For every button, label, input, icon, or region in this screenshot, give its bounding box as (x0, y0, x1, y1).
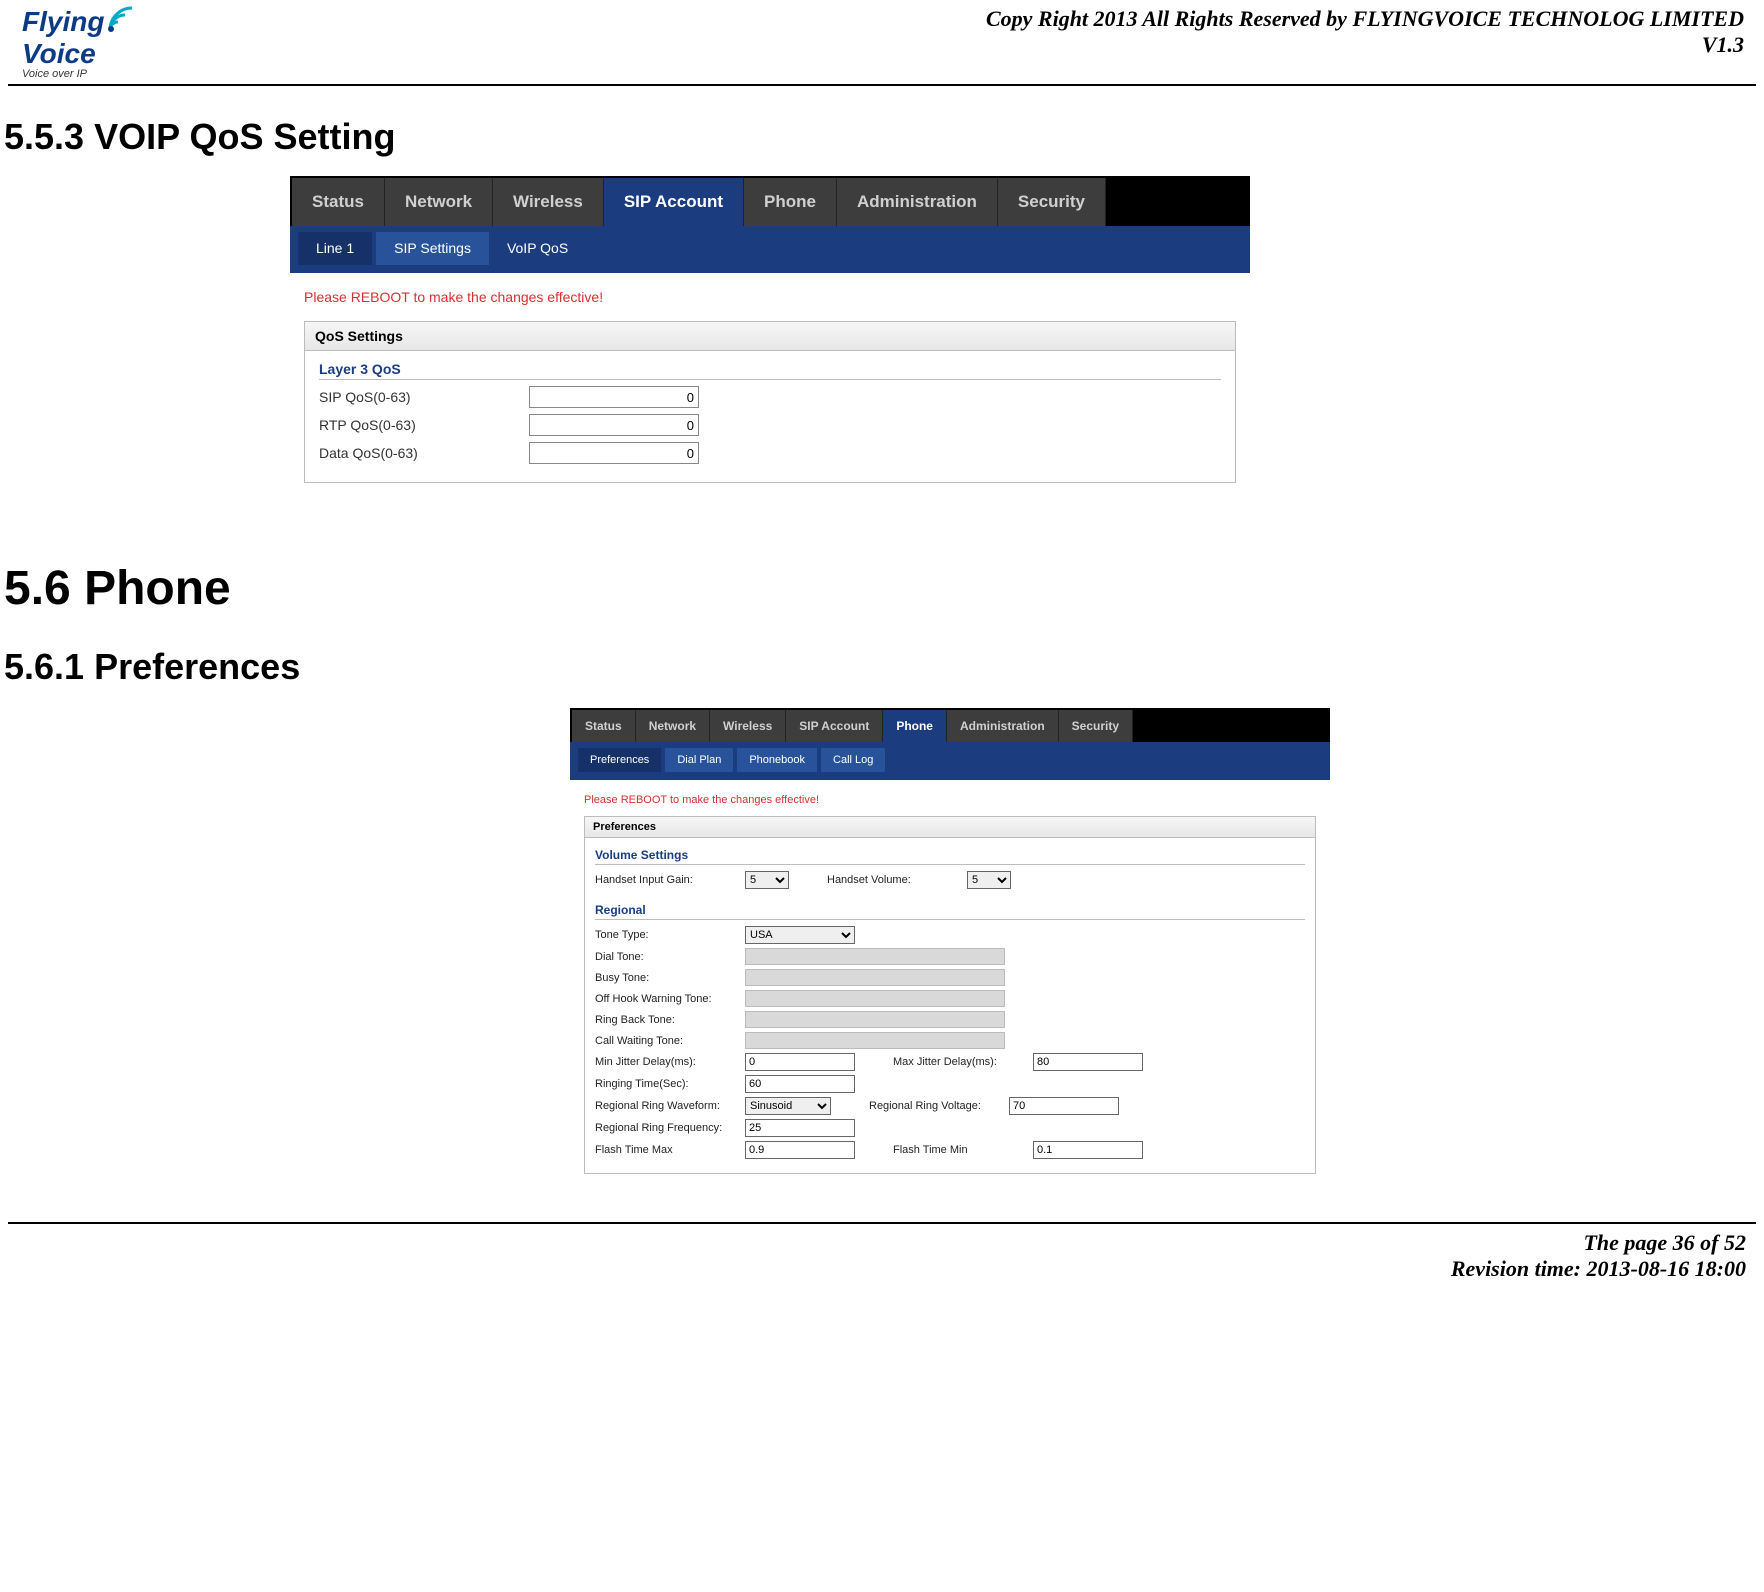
tab2-security[interactable]: Security (1059, 710, 1133, 742)
sip-qos-input[interactable] (529, 386, 699, 408)
regional-heading: Regional (595, 903, 1305, 920)
tone-type-label: Tone Type: (595, 929, 745, 941)
subtab-line1[interactable]: Line 1 (298, 232, 372, 265)
version-text: V1.3 (986, 32, 1744, 58)
data-qos-input[interactable] (529, 442, 699, 464)
main-tabs-2: Status Network Wireless SIP Account Phon… (570, 708, 1330, 742)
ring-frequency-label: Regional Ring Frequency: (595, 1122, 745, 1134)
tab2-wireless[interactable]: Wireless (710, 710, 786, 742)
tab2-sip-account[interactable]: SIP Account (786, 710, 883, 742)
offhook-tone-label: Off Hook Warning Tone: (595, 993, 745, 1005)
ring-waveform-label: Regional Ring Waveform: (595, 1100, 745, 1112)
busy-tone-label: Busy Tone: (595, 972, 745, 984)
main-tabs: Status Network Wireless SIP Account Phon… (290, 176, 1250, 226)
qos-body: Please REBOOT to make the changes effect… (290, 273, 1250, 491)
ring-frequency-input[interactable] (745, 1119, 855, 1137)
sub-tabs: Line 1 SIP Settings VoIP QoS (290, 226, 1250, 273)
tab2-phone[interactable]: Phone (883, 710, 947, 742)
rtp-qos-label: RTP QoS(0-63) (319, 417, 529, 433)
callwaiting-tone-field (745, 1032, 1005, 1049)
tab-wireless[interactable]: Wireless (493, 178, 604, 226)
ringback-tone-field (745, 1011, 1005, 1028)
logo: Flying Voice Voice over IP (22, 6, 138, 80)
subtab2-phonebook[interactable]: Phonebook (737, 748, 817, 772)
logo-voice-text: Voice (22, 38, 104, 70)
min-jitter-label: Min Jitter Delay(ms): (595, 1056, 745, 1068)
preferences-title: Preferences (584, 816, 1316, 838)
handset-volume-select[interactable]: 5 (967, 871, 1011, 889)
copyright-text: Copy Right 2013 All Rights Reserved by F… (986, 6, 1744, 32)
subtab2-preferences[interactable]: Preferences (578, 748, 661, 772)
logo-flying-text: Flying (22, 6, 104, 38)
logo-subtitle: Voice over IP (22, 68, 138, 80)
tab-network[interactable]: Network (385, 178, 493, 226)
subtab-sip-settings[interactable]: SIP Settings (376, 232, 489, 265)
heading-56: 5.6 Phone (4, 561, 1764, 616)
tab-sip-account[interactable]: SIP Account (604, 178, 744, 226)
subtab2-calllog[interactable]: Call Log (821, 748, 885, 772)
dial-tone-field (745, 948, 1005, 965)
dial-tone-label: Dial Tone: (595, 951, 745, 963)
qos-settings-title: QoS Settings (304, 321, 1236, 351)
data-qos-label: Data QoS(0-63) (319, 445, 529, 461)
reboot-message-2: Please REBOOT to make the changes effect… (584, 794, 1316, 806)
subtab-voip-qos[interactable]: VoIP QoS (489, 232, 586, 265)
page-footer: The page 36 of 52 Revision time: 2013-08… (8, 1222, 1756, 1300)
tab-security[interactable]: Security (998, 178, 1106, 226)
header-right: Copy Right 2013 All Rights Reserved by F… (986, 6, 1744, 58)
flash-time-min-input[interactable] (1033, 1141, 1143, 1159)
max-jitter-input[interactable] (1033, 1053, 1143, 1071)
ring-voltage-label: Regional Ring Voltage: (869, 1100, 1009, 1112)
min-jitter-input[interactable] (745, 1053, 855, 1071)
tab-administration[interactable]: Administration (837, 178, 998, 226)
sub-tabs-2: Preferences Dial Plan Phonebook Call Log (570, 742, 1330, 780)
page-header: Flying Voice Voice over IP Copy Right 20… (8, 0, 1756, 86)
ringing-time-label: Ringing Time(Sec): (595, 1078, 745, 1090)
tone-type-select[interactable]: USA (745, 926, 855, 944)
screenshot-qos: Status Network Wireless SIP Account Phon… (290, 176, 1250, 491)
volume-settings-heading: Volume Settings (595, 848, 1305, 865)
callwaiting-tone-label: Call Waiting Tone: (595, 1035, 745, 1047)
reboot-message: Please REBOOT to make the changes effect… (304, 289, 1236, 305)
screenshot-preferences: Status Network Wireless SIP Account Phon… (570, 708, 1330, 1182)
flash-time-max-input[interactable] (745, 1141, 855, 1159)
rtp-qos-input[interactable] (529, 414, 699, 436)
subtab2-dialplan[interactable]: Dial Plan (665, 748, 733, 772)
tab-phone[interactable]: Phone (744, 178, 837, 226)
tab-status[interactable]: Status (292, 178, 385, 226)
page-number: The page 36 of 52 (8, 1230, 1746, 1256)
ring-voltage-input[interactable] (1009, 1097, 1119, 1115)
tab2-status[interactable]: Status (572, 710, 636, 742)
tab2-administration[interactable]: Administration (947, 710, 1059, 742)
offhook-tone-field (745, 990, 1005, 1007)
sip-qos-label: SIP QoS(0-63) (319, 389, 529, 405)
busy-tone-field (745, 969, 1005, 986)
wifi-icon (104, 6, 138, 34)
ringback-tone-label: Ring Back Tone: (595, 1014, 745, 1026)
handset-input-gain-label: Handset Input Gain: (595, 874, 745, 886)
flash-time-max-label: Flash Time Max (595, 1144, 745, 1156)
heading-561: 5.6.1 Preferences (4, 646, 1764, 688)
ringing-time-input[interactable] (745, 1075, 855, 1093)
handset-input-gain-select[interactable]: 5 (745, 871, 789, 889)
tab2-network[interactable]: Network (636, 710, 710, 742)
layer3-heading: Layer 3 QoS (319, 361, 1221, 380)
handset-volume-label: Handset Volume: (827, 874, 967, 886)
heading-553: 5.5.3 VOIP QoS Setting (4, 116, 1764, 158)
ring-waveform-select[interactable]: Sinusoid (745, 1097, 831, 1115)
flash-time-min-label: Flash Time Min (893, 1144, 1033, 1156)
max-jitter-label: Max Jitter Delay(ms): (893, 1056, 1033, 1068)
revision-time: Revision time: 2013-08-16 18:00 (8, 1256, 1746, 1282)
pref-body: Please REBOOT to make the changes effect… (570, 780, 1330, 1182)
